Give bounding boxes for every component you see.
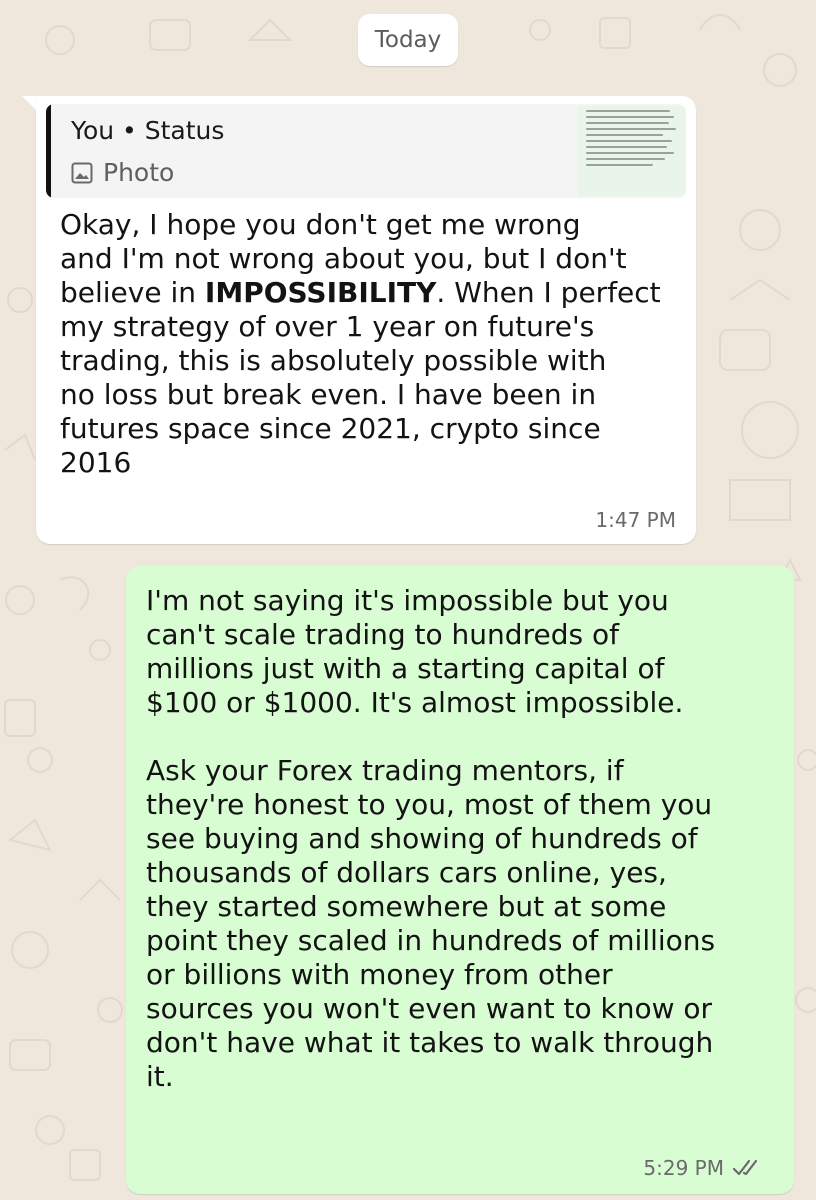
message-line: they started somewhere but at some [146, 890, 667, 923]
message-line: $100 or $1000. It's almost impossible. [146, 686, 684, 719]
message-fragment: believe in [60, 276, 205, 309]
quoted-status-reply[interactable]: You • Status Photo [46, 104, 686, 198]
message-line: believe in IMPOSSIBILITY. When I perfect [60, 276, 661, 310]
date-divider: Today [358, 14, 458, 66]
photo-icon [71, 162, 93, 183]
double-check-icon [732, 1159, 758, 1176]
message-fragment: . When I perfect [436, 276, 661, 309]
message-line [146, 720, 715, 754]
message-line: sources you won't even want to know or [146, 992, 713, 1025]
emphasized-word: IMPOSSIBILITY [204, 276, 437, 309]
message-line: Okay, I hope you don't get me wrong [60, 208, 581, 241]
message-line: no loss but break even. I have been in [60, 378, 597, 411]
message-line: 2016 [60, 446, 132, 479]
quote-type-label: Photo [103, 158, 175, 187]
message-timestamp: 1:47 PM [595, 508, 676, 532]
status-photo-thumbnail[interactable] [578, 106, 686, 196]
outgoing-message-bubble[interactable]: I'm not saying it's impossible but you c… [126, 566, 794, 1194]
message-line: it. [146, 1060, 174, 1093]
message-line: I'm not saying it's impossible but you [146, 584, 669, 617]
message-line: they're honest to you, most of them you [146, 788, 713, 821]
message-line: and I'm not wrong about you, but I don't [60, 242, 627, 275]
incoming-message-text: Okay, I hope you don't get me wrong and … [60, 208, 661, 480]
message-line: my strategy of over 1 year on future's [60, 310, 595, 343]
incoming-message-bubble[interactable]: You • Status Photo Okay, I hope you don'… [36, 96, 696, 544]
message-line: don't have what it takes to walk through [146, 1026, 714, 1059]
message-line: point they scaled in hundreds of million… [146, 924, 716, 957]
message-line: thousands of dollars cars online, yes, [146, 856, 667, 889]
quote-author: You • Status [71, 116, 225, 145]
message-line: can't scale trading to hundreds of [146, 618, 619, 651]
thumbnail-text-lines [578, 106, 686, 166]
quote-media-type: Photo [71, 158, 174, 187]
message-line: Ask your Forex trading mentors, if [146, 754, 624, 787]
message-line: millions just with a starting capital of [146, 652, 665, 685]
outgoing-message-text: I'm not saying it's impossible but you c… [146, 584, 715, 1094]
message-line: or billions with money from other [146, 958, 613, 991]
message-line: see buying and showing of hundreds of [146, 822, 698, 855]
message-meta: 5:29 PM [643, 1156, 764, 1180]
message-line: futures space since 2021, crypto since [60, 412, 601, 445]
message-timestamp: 5:29 PM [643, 1156, 724, 1180]
quote-accent-bar [46, 104, 51, 198]
message-line: trading, this is absolutely possible wit… [60, 344, 607, 377]
